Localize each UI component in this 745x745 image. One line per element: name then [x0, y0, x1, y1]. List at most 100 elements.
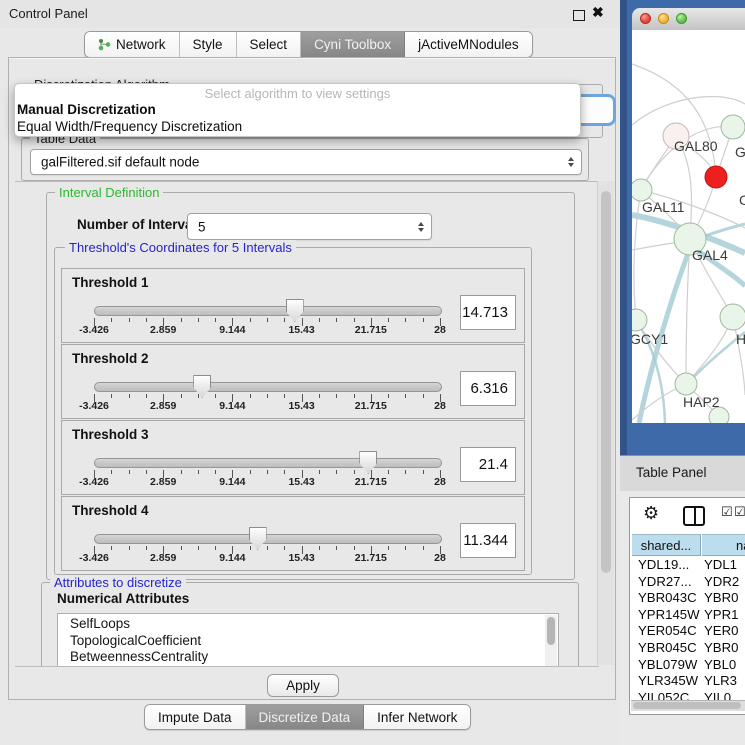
- tick-mark: [267, 318, 268, 322]
- table-row[interactable]: YBL079WYBL0: [632, 657, 745, 674]
- slider-ticks: [94, 394, 440, 403]
- table-row[interactable]: YDL19...YDL1: [632, 557, 745, 574]
- tick-mark: [111, 318, 112, 322]
- list-scrollbar-thumb[interactable]: [547, 617, 555, 645]
- node-label-gal4: GAL4: [692, 247, 728, 263]
- scale-label: -3.426: [79, 400, 109, 412]
- tick-mark: [215, 318, 216, 322]
- table-row[interactable]: YER054CYER0: [632, 623, 745, 640]
- scale-label: 15.43: [288, 324, 314, 336]
- node-label-gal80: GAL80: [674, 138, 718, 154]
- dropdown-option-equal-width-frequency-discretization[interactable]: Equal Width/Frequency Discretization: [15, 118, 582, 135]
- network-node-green[interactable]: [632, 309, 647, 331]
- apply-button[interactable]: Apply: [267, 674, 339, 697]
- checkbox-icon[interactable]: ☑: [734, 505, 745, 520]
- threshold-value-field[interactable]: 21.4: [460, 447, 516, 482]
- checkbox-icon[interactable]: ☑: [721, 505, 733, 520]
- table-data-combobox[interactable]: galFiltered.sif default node: [30, 149, 582, 175]
- column-header-2[interactable]: na: [702, 534, 745, 556]
- tick-mark: [354, 318, 355, 322]
- network-node-green[interactable]: [721, 115, 745, 139]
- threshold-value-field[interactable]: 6.316: [460, 371, 516, 406]
- zoom-traffic-light-icon[interactable]: [676, 13, 687, 24]
- attribute-item-betweennesscentrality[interactable]: BetweennessCentrality: [58, 649, 558, 666]
- network-node-green[interactable]: [720, 304, 745, 330]
- table-row[interactable]: YPR145WYPR1: [632, 607, 745, 624]
- threshold-label: Threshold 2: [72, 351, 149, 366]
- tab-cyni-toolbox[interactable]: Cyni Toolbox: [301, 32, 405, 57]
- tick-mark: [284, 546, 285, 550]
- tick-mark: [423, 546, 424, 550]
- tick-mark: [129, 318, 130, 322]
- dropdown-hint: Select algorithm to view settings: [15, 86, 580, 101]
- table-panel: ⚙ ☑ ☑ shared...na YDL19...YDL1YDR27...YD…: [620, 491, 745, 745]
- scale-label: 28: [434, 552, 446, 564]
- cyni-toolbox-panel: Discretization Algorithm Select algorith…: [8, 57, 616, 700]
- control-panel-titlebar: Control Panel ✖: [0, 0, 620, 28]
- settings-gear-icon[interactable]: ⚙: [643, 503, 659, 524]
- threshold-value-field[interactable]: 11.344: [460, 523, 516, 558]
- slider-track[interactable]: [94, 306, 442, 316]
- scale-label: 28: [434, 476, 446, 488]
- slider-ticks: [94, 470, 440, 479]
- tick-mark: [388, 470, 389, 474]
- table-hscrollbar[interactable]: [631, 700, 745, 711]
- tab-label: Infer Network: [377, 706, 457, 729]
- table-row[interactable]: YDR27...YDR2: [632, 574, 745, 591]
- network-view-window: GAL80GACGAL11GAL4GCY1HHAP2: [620, 0, 745, 455]
- table-data-group: Table Data galFiltered.sif default node: [21, 138, 589, 181]
- cell-name: YBL0: [704, 657, 736, 674]
- slider-track[interactable]: [94, 458, 442, 468]
- tab-impute-data[interactable]: Impute Data: [145, 705, 246, 729]
- tick-mark: [146, 470, 147, 474]
- scale-label: 9.144: [219, 476, 245, 488]
- cell-shared-name: YER054C: [638, 623, 697, 640]
- attribute-item-selfloops[interactable]: SelfLoops: [58, 616, 558, 633]
- tab-discretize-data[interactable]: Discretize Data: [246, 705, 365, 729]
- threshold-value-field[interactable]: 14.713: [460, 295, 516, 330]
- scale-label: 28: [434, 324, 446, 336]
- tick-mark: [405, 470, 406, 474]
- table-row[interactable]: YBR043CYBR0: [632, 590, 745, 607]
- float-window-icon[interactable]: [573, 10, 585, 21]
- tab-style[interactable]: Style: [180, 32, 237, 57]
- tick-mark: [181, 318, 182, 322]
- dropdown-option-manual-discretization[interactable]: Manual Discretization: [15, 101, 582, 118]
- split-columns-icon[interactable]: [683, 506, 705, 526]
- attributes-group: Attributes to discretize Numerical Attri…: [41, 582, 579, 667]
- table-body: YDL19...YDL1YDR27...YDR2YBR043CYBR0YPR14…: [632, 557, 745, 700]
- panel-title: Control Panel: [9, 6, 88, 21]
- column-header-1[interactable]: shared...: [632, 534, 701, 556]
- tab-jactivemnodules[interactable]: jActiveMNodules: [405, 32, 532, 57]
- minimize-traffic-light-icon[interactable]: [658, 13, 669, 24]
- table-row[interactable]: YLR345WYLR3: [632, 673, 745, 690]
- attribute-item-topologicalcoefficient[interactable]: TopologicalCoefficient: [58, 633, 558, 650]
- tick-mark: [267, 546, 268, 550]
- tab-label: Impute Data: [158, 706, 232, 729]
- number-of-intervals-label: Number of Intervals: [77, 217, 204, 232]
- slider-track[interactable]: [94, 382, 442, 392]
- number-of-intervals-combobox[interactable]: 5: [187, 213, 432, 240]
- network-node-red[interactable]: [705, 166, 727, 188]
- list-scrollbar[interactable]: [545, 615, 557, 667]
- tab-select[interactable]: Select: [237, 32, 302, 57]
- cell-name: YBR0: [704, 640, 738, 657]
- table-row[interactable]: YIL052CYIL0: [632, 690, 745, 700]
- tab-network[interactable]: Network: [85, 32, 180, 57]
- tab-infer-network[interactable]: Infer Network: [364, 705, 470, 729]
- close-traffic-light-icon[interactable]: [640, 13, 651, 24]
- network-node-green[interactable]: [632, 179, 652, 201]
- tick-mark: [336, 318, 337, 322]
- panel-scrollbar[interactable]: [597, 181, 614, 665]
- table-hscrollbar-thumb[interactable]: [633, 702, 741, 709]
- tick-mark: [250, 394, 251, 398]
- slider-track[interactable]: [94, 534, 442, 544]
- number-of-intervals-value: 5: [198, 219, 206, 234]
- network-canvas[interactable]: GAL80GACGAL11GAL4GCY1HHAP2: [632, 30, 745, 423]
- close-icon[interactable]: ✖: [592, 4, 604, 21]
- panel-scrollbar-thumb[interactable]: [601, 191, 611, 573]
- network-window-titlebar[interactable]: [632, 8, 745, 31]
- network-node-green[interactable]: [675, 373, 697, 395]
- top-tab-bar: NetworkStyleSelectCyni ToolboxjActiveMNo…: [84, 31, 533, 58]
- table-row[interactable]: YBR045CYBR0: [632, 640, 745, 657]
